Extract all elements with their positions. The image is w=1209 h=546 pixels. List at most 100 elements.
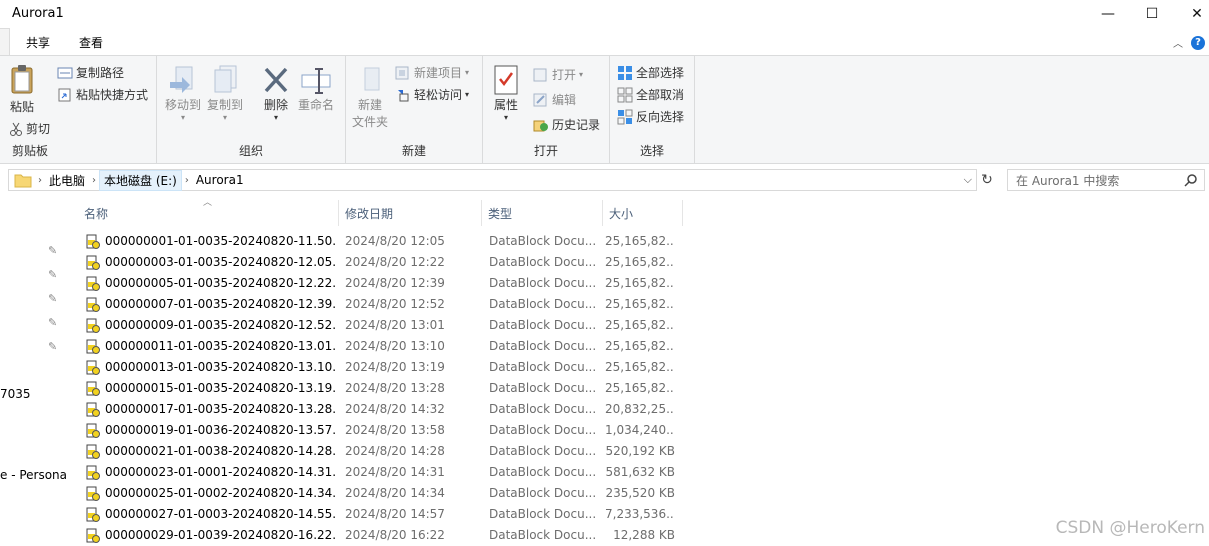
table-row[interactable]: 000000029-01-0039-20240820-16.22.... 2024… xyxy=(80,526,680,546)
table-row[interactable]: 000000009-01-0035-20240820-12.52.... 2024… xyxy=(80,316,680,337)
table-row[interactable]: 000000013-01-0035-20240820-13.10.... 2024… xyxy=(80,358,680,379)
help-icon[interactable]: ? xyxy=(1191,35,1205,50)
delete-label: 删除 xyxy=(263,98,288,112)
datablock-file-icon xyxy=(86,255,100,270)
pin-icon[interactable]: ✎ xyxy=(48,292,57,305)
table-row[interactable]: 000000021-01-0038-20240820-14.28.... 2024… xyxy=(80,442,680,463)
table-row[interactable]: 000000011-01-0035-20240820-13.01.... 2024… xyxy=(80,337,680,358)
chevron-right-icon[interactable]: › xyxy=(182,175,192,186)
watermark: CSDN @HeroKern xyxy=(1055,518,1205,538)
cut-button[interactable]: 剪切 xyxy=(9,120,50,137)
file-size: 25,165,82... xyxy=(605,360,675,374)
easy-access-button[interactable]: 轻松访问 ▾ xyxy=(395,86,469,103)
file-date: 2024/8/20 12:52 xyxy=(345,297,445,311)
nav-item[interactable]: e - Persona xyxy=(0,468,67,482)
datablock-file-icon xyxy=(86,507,100,522)
group-clipboard: 粘贴 复制路径 粘贴快捷方式 剪切 剪贴板 xyxy=(0,56,157,163)
tab-view[interactable]: 查看 xyxy=(79,32,103,53)
column-header-type[interactable]: 类型 xyxy=(482,200,603,226)
paste-shortcut-label: 粘贴快捷方式 xyxy=(76,88,149,102)
ribbon-tabs: 共享 查看 xyxy=(0,28,1209,55)
column-header-name[interactable]: 名称 xyxy=(78,200,339,226)
table-row[interactable]: 000000019-01-0036-20240820-13.57.... 2024… xyxy=(80,421,680,442)
rename-icon xyxy=(301,68,331,94)
tab-share[interactable]: 共享 xyxy=(26,32,50,53)
move-to-button[interactable]: 移动到 ▾ xyxy=(165,64,201,122)
table-row[interactable]: 000000025-01-0002-20240820-14.34.... 2024… xyxy=(80,484,680,505)
copy-to-button[interactable]: 复制到 ▾ xyxy=(207,64,243,122)
new-folder-label-2: 文件夹 xyxy=(352,115,389,129)
datablock-file-icon xyxy=(86,486,100,501)
group-open: 属性 ▾ 打开 ▾ 编辑 历史记录 打开 xyxy=(483,56,610,163)
table-row[interactable]: 000000007-01-0035-20240820-12.39.... 2024… xyxy=(80,295,680,316)
new-item-button[interactable]: 新建项目 ▾ xyxy=(395,64,469,81)
open-button[interactable]: 打开 ▾ xyxy=(533,66,583,83)
pin-icon[interactable]: ✎ xyxy=(48,244,57,257)
file-size: 20,832,25... xyxy=(605,402,675,416)
easy-access-label: 轻松访问 xyxy=(414,88,463,102)
refresh-button[interactable]: ↻ xyxy=(978,169,996,191)
new-item-icon xyxy=(395,66,409,79)
history-button[interactable]: 历史记录 xyxy=(533,116,600,133)
minimize-button[interactable]: — xyxy=(1085,0,1131,28)
table-row[interactable]: 000000015-01-0035-20240820-13.19.... 2024… xyxy=(80,379,680,400)
breadcrumb-aurora1[interactable]: Aurora1 xyxy=(192,173,248,187)
table-row[interactable]: 000000023-01-0001-20240820-14.31.... 2024… xyxy=(80,463,680,484)
pin-icon[interactable]: ✎ xyxy=(48,340,57,353)
select-all-button[interactable]: 全部选择 xyxy=(617,64,684,81)
open-label: 打开 xyxy=(552,68,577,82)
file-size: 1,034,240... xyxy=(605,423,675,437)
delete-button[interactable]: 删除 ▾ xyxy=(261,64,291,122)
select-none-button[interactable]: 全部取消 xyxy=(617,86,684,103)
invert-selection-button[interactable]: 反向选择 xyxy=(617,108,684,125)
move-to-icon xyxy=(170,66,193,93)
file-name: 000000007-01-0035-20240820-12.39.... xyxy=(105,297,337,311)
breadcrumb-drive-e[interactable]: 本地磁盘 (E:) xyxy=(99,169,182,191)
paste-shortcut-button[interactable]: 粘贴快捷方式 xyxy=(57,86,148,103)
breadcrumb-this-pc[interactable]: 此电脑 xyxy=(45,172,89,189)
copy-path-label: 复制路径 xyxy=(76,66,125,80)
address-bar[interactable]: › 此电脑 › 本地磁盘 (E:) › Aurora1 ⌵ xyxy=(8,169,977,191)
file-type: DataBlock Docu... xyxy=(489,318,597,332)
copy-path-button[interactable]: 复制路径 xyxy=(57,64,124,81)
chevron-right-icon[interactable]: › xyxy=(35,175,45,186)
datablock-file-icon xyxy=(86,465,100,480)
file-type: DataBlock Docu... xyxy=(489,507,597,521)
file-name: 000000017-01-0035-20240820-13.28.... xyxy=(105,402,337,416)
datablock-file-icon xyxy=(86,318,100,333)
scissors-icon xyxy=(10,122,22,136)
rename-button[interactable]: 重命名 xyxy=(298,64,334,113)
pin-icon[interactable]: ✎ xyxy=(48,316,57,329)
file-size: 25,165,82... xyxy=(605,255,675,269)
new-folder-button[interactable]: 新建 文件夹 xyxy=(352,64,388,130)
nav-item[interactable]: 7035 xyxy=(0,387,31,401)
table-row[interactable]: 000000027-01-0003-20240820-14.55.... 2024… xyxy=(80,505,680,526)
new-folder-icon xyxy=(364,67,380,91)
maximize-icon: ☐ xyxy=(1145,6,1159,22)
properties-icon xyxy=(494,65,518,95)
table-row[interactable]: 000000001-01-0035-20240820-11.50.... 2024… xyxy=(80,232,680,253)
file-size: 25,165,82... xyxy=(605,381,675,395)
window-title: Aurora1 xyxy=(12,6,64,21)
table-row[interactable]: 000000005-01-0035-20240820-12.22.... 2024… xyxy=(80,274,680,295)
paste-button[interactable]: 粘贴 xyxy=(9,64,35,115)
chevron-right-icon[interactable]: › xyxy=(89,175,99,186)
folder-icon xyxy=(14,174,32,188)
search-input[interactable]: 在 Aurora1 中搜索 xyxy=(1007,169,1205,191)
table-row[interactable]: 000000017-01-0035-20240820-13.28.... 2024… xyxy=(80,400,680,421)
file-name: 000000003-01-0035-20240820-12.05.... xyxy=(105,255,337,269)
search-icon xyxy=(1184,174,1197,187)
edit-button[interactable]: 编辑 xyxy=(533,91,576,108)
file-type: DataBlock Docu... xyxy=(489,234,597,248)
properties-button[interactable]: 属性 ▾ xyxy=(493,64,519,122)
select-all-icon xyxy=(618,65,632,80)
table-row[interactable]: 000000003-01-0035-20240820-12.05.... 2024… xyxy=(80,253,680,274)
column-header-date[interactable]: 修改日期 xyxy=(339,200,482,226)
chevron-up-icon[interactable]: ︿ xyxy=(1173,35,1183,50)
chevron-down-icon[interactable]: ⌵ xyxy=(964,173,972,187)
maximize-button[interactable]: ☐ xyxy=(1129,0,1175,28)
pin-icon[interactable]: ✎ xyxy=(48,268,57,281)
file-date: 2024/8/20 13:19 xyxy=(345,360,445,374)
column-header-size[interactable]: 大小 xyxy=(603,200,683,226)
close-button[interactable]: ✕ xyxy=(1174,0,1209,28)
